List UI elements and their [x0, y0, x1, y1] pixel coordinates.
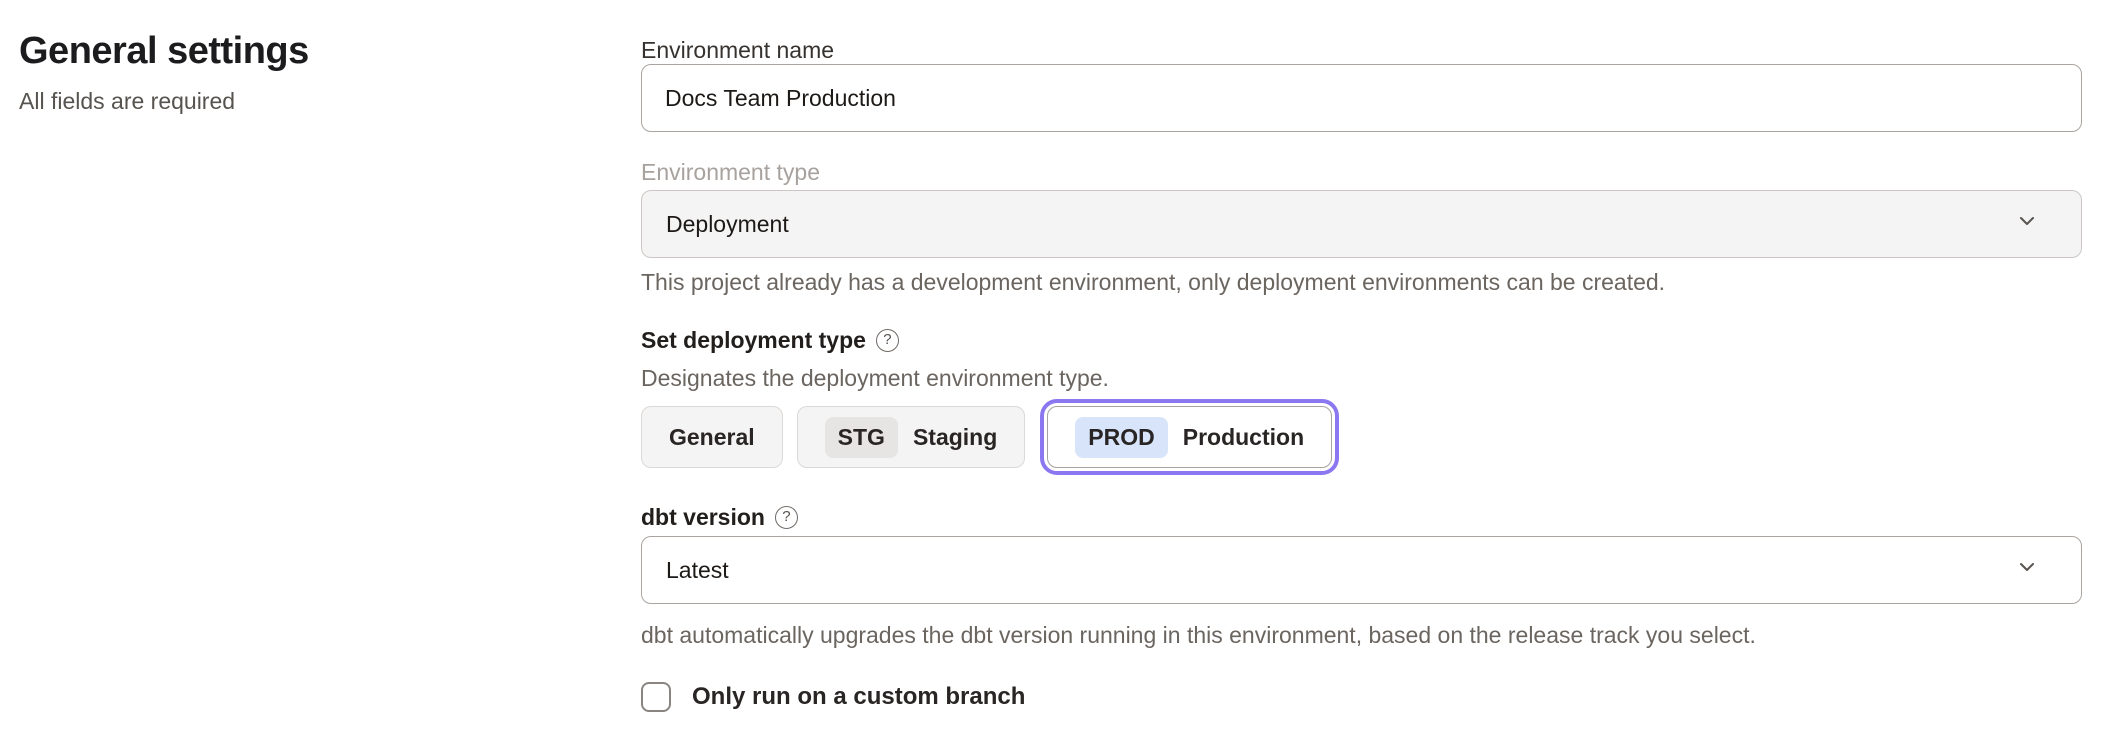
page-title: General settings	[19, 30, 579, 73]
help-icon[interactable]: ?	[876, 329, 899, 352]
environment-type-select: Deployment	[641, 190, 2082, 258]
deployment-type-option-label: Production	[1183, 424, 1304, 451]
page-subtitle: All fields are required	[19, 88, 579, 115]
deployment-type-option-label: General	[669, 424, 755, 451]
dbt-version-select[interactable]: Latest	[641, 536, 2082, 604]
chevron-down-icon	[2015, 555, 2039, 585]
custom-branch-label: Only run on a custom branch	[692, 683, 1025, 711]
environment-name-input[interactable]	[641, 64, 2082, 132]
deployment-type-options: General STG Staging PROD Production	[641, 406, 2082, 468]
dbt-version-helper: dbt automatically upgrades the dbt versi…	[641, 621, 2082, 649]
deployment-type-option-label: Staging	[913, 424, 997, 451]
production-badge: PROD	[1075, 417, 1167, 458]
settings-header: General settings All fields are required	[19, 30, 579, 115]
chevron-down-icon	[2015, 209, 2039, 239]
environment-settings-form: Environment name Environment type Deploy…	[641, 30, 2082, 712]
deployment-type-option-staging[interactable]: STG Staging	[797, 406, 1026, 468]
environment-type-label: Environment type	[641, 158, 2082, 186]
environment-name-label: Environment name	[641, 36, 2082, 64]
staging-badge: STG	[825, 417, 898, 458]
dbt-version-value: Latest	[666, 557, 729, 584]
deployment-type-label: Set deployment type	[641, 326, 866, 354]
deployment-type-option-production[interactable]: PROD Production	[1047, 406, 1332, 468]
help-icon[interactable]: ?	[775, 506, 798, 529]
environment-type-helper: This project already has a development e…	[641, 268, 2082, 296]
deployment-type-helper: Designates the deployment environment ty…	[641, 364, 2082, 392]
custom-branch-checkbox[interactable]	[641, 682, 671, 712]
environment-type-value: Deployment	[666, 211, 789, 238]
dbt-version-label: dbt version	[641, 503, 765, 531]
deployment-type-option-general[interactable]: General	[641, 406, 783, 468]
